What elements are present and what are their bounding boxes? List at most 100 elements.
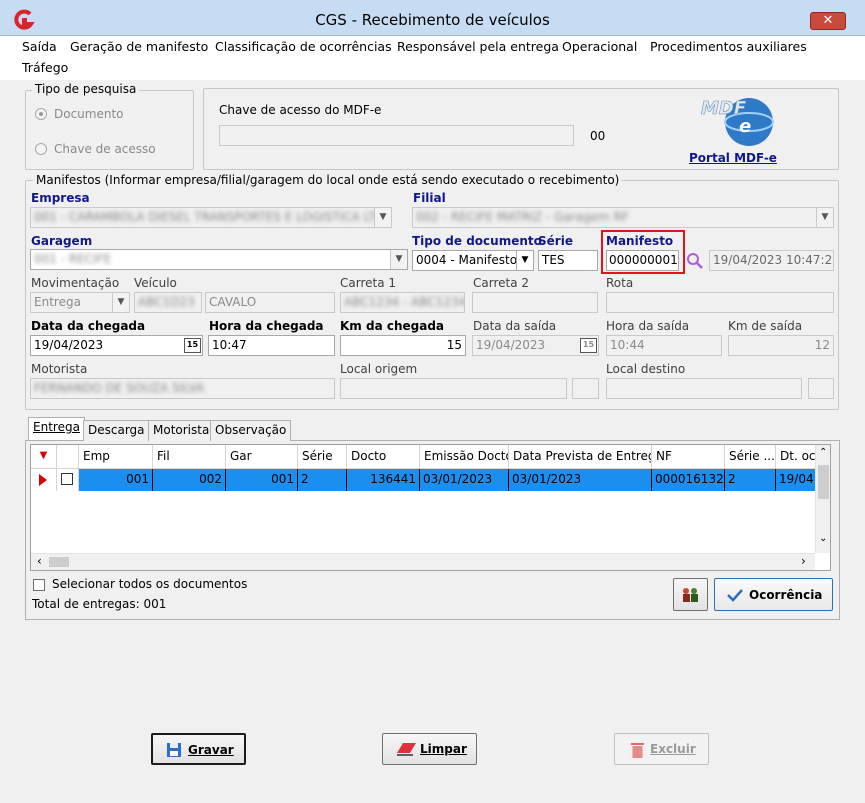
- tipo-pesquisa-legend: Tipo de pesquisa: [32, 82, 140, 96]
- scroll-thumb[interactable]: [818, 465, 829, 499]
- manifesto-label: Manifesto: [606, 234, 674, 248]
- serie-input[interactable]: TES: [538, 250, 598, 271]
- mdfe-logo-icon: MDF e: [701, 98, 774, 146]
- km-saida-field: 12: [728, 335, 834, 356]
- limpar-button[interactable]: Limpar: [382, 733, 477, 765]
- calendar-icon[interactable]: 15: [184, 338, 201, 353]
- scroll-left-icon[interactable]: ‹: [37, 554, 42, 568]
- scroll-right-icon[interactable]: ›: [801, 554, 806, 568]
- empresa-select[interactable]: 001 - CARAMBOLA DIESEL TRANSPORTES E LOG…: [30, 207, 392, 228]
- header-dt-oc[interactable]: Dt. oc: [776, 445, 816, 469]
- garagem-label: Garagem: [31, 234, 93, 248]
- data-chegada-label: Data da chegada: [31, 319, 146, 333]
- empresa-label: Empresa: [31, 191, 90, 205]
- menu-procedimentos-auxiliares[interactable]: Procedimentos auxiliares: [650, 39, 807, 54]
- calendar-icon: 15: [580, 338, 597, 353]
- header-serie[interactable]: Série: [298, 445, 347, 469]
- garagem-value: 001 - RECIFE: [34, 252, 112, 266]
- menu-trafego[interactable]: Tráfego: [22, 60, 68, 75]
- local-destino-label: Local destino: [606, 362, 686, 376]
- hora-chegada-input[interactable]: 10:47: [208, 335, 335, 356]
- limpar-button-label: Limpar: [420, 742, 467, 756]
- tab-observacao[interactable]: Observação: [210, 420, 292, 441]
- excluir-button[interactable]: Excluir: [614, 733, 709, 765]
- select-all-label: Selecionar todos os documentos: [52, 577, 248, 591]
- hscroll-thumb[interactable]: [49, 557, 69, 567]
- total-entregas: Total de entregas: 001: [32, 597, 167, 611]
- motorista-value: FERNANDO DE SOUZA SILVA: [34, 381, 205, 395]
- group-icon: [683, 588, 698, 602]
- header-nf[interactable]: NF: [652, 445, 725, 469]
- menu-saida[interactable]: Saída: [22, 39, 57, 54]
- hora-saida-label: Hora da saída: [606, 319, 690, 333]
- select-all-checkbox[interactable]: [33, 579, 45, 591]
- km-chegada-label: Km da chegada: [340, 319, 445, 333]
- ocorrencia-icon-button[interactable]: [673, 578, 708, 611]
- movimentacao-select[interactable]: Entrega ▼: [30, 292, 130, 313]
- check-icon: [727, 589, 743, 602]
- tab-entrega[interactable]: Entrega: [28, 417, 85, 440]
- radio-chave-acesso-label: Chave de acesso: [54, 142, 156, 156]
- tab-descarga[interactable]: Descarga: [83, 420, 150, 441]
- portal-mdfe-link[interactable]: Portal MDF-e: [689, 151, 777, 165]
- empresa-value: 001 - CARAMBOLA DIESEL TRANSPORTES E LOG…: [34, 210, 392, 224]
- carreta2-field: [472, 292, 598, 313]
- km-chegada-input[interactable]: 15: [340, 335, 466, 356]
- motorista-field: FERNANDO DE SOUZA SILVA: [30, 378, 335, 399]
- row-checkbox[interactable]: [61, 473, 73, 485]
- header-gar[interactable]: Gar: [226, 445, 298, 469]
- header-emissao-docto[interactable]: Emissão Docto: [420, 445, 509, 469]
- chevron-down-icon: ▼: [112, 293, 129, 312]
- title-bar: CGS - Recebimento de veículos ✕: [0, 0, 865, 36]
- horizontal-scrollbar[interactable]: ‹ ›: [31, 553, 815, 570]
- cell-emissao-docto[interactable]: 03/01/2023: [420, 469, 509, 491]
- chevron-down-icon: ▼: [390, 250, 407, 269]
- menu-operacional[interactable]: Operacional: [562, 39, 637, 54]
- manifesto-input[interactable]: 0000000010: [606, 250, 679, 271]
- veiculo-code: ABC1D23: [134, 292, 202, 313]
- scroll-down-icon[interactable]: ⌄: [819, 533, 827, 544]
- cell-docto[interactable]: 136441: [347, 469, 420, 491]
- cell-serie-nf[interactable]: 2: [725, 469, 776, 491]
- close-button[interactable]: ✕: [810, 12, 846, 30]
- filial-select[interactable]: 002 - RECIFE MATRIZ - Garagem RF ▼: [412, 207, 834, 228]
- row-check-cell: [57, 469, 79, 491]
- menu-responsavel-entrega[interactable]: Responsável pela entrega: [397, 39, 559, 54]
- scroll-up-icon[interactable]: ⌃: [819, 447, 827, 458]
- movimentacao-value: Entrega: [34, 295, 81, 309]
- data-chegada-input[interactable]: 19/04/2023 15: [30, 335, 203, 356]
- cell-serie[interactable]: 2: [298, 469, 347, 491]
- menu-classificacao-ocorrencias[interactable]: Classificação de ocorrências: [215, 39, 392, 54]
- tipo-documento-select[interactable]: 0004 - Manifesto ▼: [412, 250, 534, 271]
- motorista-label: Motorista: [31, 362, 88, 376]
- cell-gar[interactable]: 001: [226, 469, 298, 491]
- ocorrencia-button[interactable]: Ocorrência: [714, 578, 833, 611]
- cell-fil[interactable]: 002: [153, 469, 226, 491]
- menu-geracao-manifesto[interactable]: Geração de manifesto: [70, 39, 208, 54]
- tab-motorista[interactable]: Motorista: [148, 420, 215, 441]
- header-fil[interactable]: Fil: [153, 445, 226, 469]
- header-emp[interactable]: Emp: [79, 445, 153, 469]
- gravar-button[interactable]: Gravar: [151, 733, 246, 765]
- cell-dt-oc[interactable]: 19/04: [776, 469, 816, 491]
- sort-indicator-icon[interactable]: ▼: [31, 445, 57, 469]
- search-icon[interactable]: [686, 252, 704, 270]
- rota-label: Rota: [606, 276, 634, 290]
- data-saida-value: 19/04/2023: [476, 338, 546, 352]
- header-data-prevista[interactable]: Data Prevista de Entrega: [509, 445, 652, 469]
- chave-mdfe-input[interactable]: [219, 125, 574, 146]
- radio-documento[interactable]: [35, 108, 47, 120]
- radio-chave-acesso[interactable]: [35, 143, 47, 155]
- local-origem-field: [340, 378, 567, 399]
- cell-data-prevista[interactable]: 03/01/2023: [509, 469, 652, 491]
- garagem-select[interactable]: 001 - RECIFE ▼: [30, 249, 408, 270]
- header-docto[interactable]: Docto: [347, 445, 420, 469]
- vertical-scrollbar[interactable]: ⌃ ⌄: [815, 445, 830, 553]
- tipo-documento-label: Tipo de documento: [412, 234, 542, 248]
- header-check[interactable]: [57, 445, 79, 469]
- local-origem-extra: [572, 378, 599, 399]
- cell-emp[interactable]: 001: [79, 469, 153, 491]
- veiculo-code-value: ABC1D23: [138, 295, 195, 309]
- header-serie-nf[interactable]: Série ...: [725, 445, 776, 469]
- cell-nf[interactable]: 0000161327: [652, 469, 725, 491]
